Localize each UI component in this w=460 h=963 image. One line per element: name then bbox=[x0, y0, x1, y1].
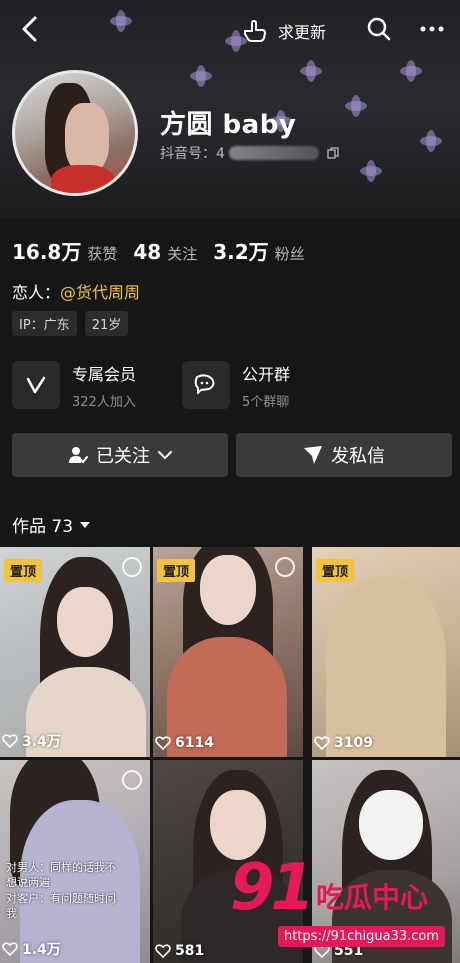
followers-label: 粉丝 bbox=[274, 245, 305, 263]
lover-row: 恋人：@货代周周 bbox=[12, 279, 140, 303]
watermark-logo: 91 吃瓜中心 https://91chigua33.com bbox=[230, 856, 455, 956]
v-badge-icon bbox=[12, 361, 60, 409]
chat-bubbles-icon bbox=[182, 361, 230, 409]
flower-decoration bbox=[360, 160, 382, 182]
top-bar: 求更新 bbox=[0, 0, 460, 60]
flower-decoration bbox=[190, 65, 212, 87]
ip-tag: IP：广东 bbox=[12, 311, 77, 336]
video-likes-count: 6114 bbox=[175, 735, 214, 751]
following-label: 关注 bbox=[167, 245, 198, 263]
watermark-number: 91 bbox=[230, 851, 315, 925]
video-thumbnail[interactable]: 对男人：同样的话我不 想说两遍 对客户：有问题随时问 我 1.4万 bbox=[0, 760, 150, 963]
profile-stats: 16.8万 获赞 48 关注 3.2万 粉丝 bbox=[12, 236, 321, 265]
message-label: 发私信 bbox=[331, 446, 385, 467]
user-check-icon bbox=[69, 447, 88, 464]
pinned-badge: 置顶 bbox=[316, 559, 355, 582]
member-sub: 322人加入 bbox=[72, 394, 136, 410]
profile-header: 求更新 方圆 baby 抖音号：4 bbox=[0, 0, 460, 218]
works-tab[interactable]: 作品 73 bbox=[12, 512, 91, 537]
lover-label: 恋人： bbox=[12, 283, 61, 302]
heart-icon bbox=[2, 942, 18, 956]
video-likes-count: 3.4万 bbox=[22, 734, 61, 750]
group-feature[interactable]: 公开群 5个群聊 bbox=[182, 359, 290, 411]
avatar[interactable] bbox=[12, 70, 138, 196]
likes-count[interactable]: 16.8万 bbox=[12, 236, 81, 265]
search-icon bbox=[367, 17, 391, 41]
video-likes-count: 3109 bbox=[334, 735, 373, 751]
live-icon bbox=[275, 557, 295, 577]
heart-icon bbox=[155, 944, 171, 958]
message-button[interactable]: 发私信 bbox=[236, 433, 452, 477]
douyin-id: 抖音号：4 bbox=[160, 143, 339, 163]
group-title: 公开群 bbox=[242, 364, 291, 384]
flower-decoration bbox=[300, 60, 322, 82]
video-likes-count: 581 bbox=[175, 943, 205, 959]
flower-decoration bbox=[400, 60, 422, 82]
member-title: 专属会员 bbox=[72, 364, 137, 384]
lover-link[interactable]: @货代周周 bbox=[60, 283, 140, 302]
copy-icon[interactable] bbox=[327, 147, 339, 159]
more-button[interactable] bbox=[418, 16, 446, 42]
heart-icon bbox=[314, 736, 330, 750]
likes-label: 获赞 bbox=[87, 245, 118, 263]
age-tag: 21岁 bbox=[84, 311, 129, 336]
video-likes: 3109 bbox=[314, 735, 373, 751]
video-thumbnail[interactable]: 置顶 6114 bbox=[153, 547, 303, 757]
hand-point-icon bbox=[244, 20, 266, 42]
video-likes: 581 bbox=[155, 943, 204, 959]
pinned-badge: 置顶 bbox=[157, 559, 196, 582]
douyin-id-label: 抖音号：4 bbox=[160, 146, 225, 162]
followed-button[interactable]: 已关注 bbox=[12, 433, 228, 477]
request-update-label: 求更新 bbox=[278, 23, 327, 42]
video-likes-count: 1.4万 bbox=[22, 942, 61, 958]
send-icon bbox=[304, 446, 322, 464]
video-thumbnail[interactable]: 置顶 3.4万 bbox=[0, 547, 150, 757]
more-dots-icon bbox=[420, 26, 444, 32]
request-update-button[interactable]: 求更新 bbox=[242, 18, 326, 44]
following-count[interactable]: 48 bbox=[133, 240, 161, 264]
video-likes: 3.4万 bbox=[2, 731, 61, 751]
profile-tags: IP：广东 21岁 bbox=[12, 311, 129, 336]
pinned-badge: 置顶 bbox=[4, 559, 43, 582]
flower-decoration bbox=[345, 95, 367, 117]
watermark-text: 吃瓜中心 bbox=[316, 881, 429, 914]
live-icon bbox=[122, 770, 142, 790]
video-thumbnail[interactable]: 置顶 3109 bbox=[312, 547, 460, 757]
search-button[interactable] bbox=[366, 16, 392, 42]
member-feature[interactable]: 专属会员 322人加入 bbox=[12, 359, 136, 411]
followed-label: 已关注 bbox=[96, 446, 150, 467]
id-blur bbox=[228, 146, 319, 160]
video-likes: 1.4万 bbox=[2, 939, 61, 959]
works-label: 作品 73 bbox=[12, 517, 74, 537]
group-sub: 5个群聊 bbox=[242, 394, 290, 410]
chevron-down-icon bbox=[158, 451, 172, 460]
heart-icon bbox=[2, 734, 18, 748]
back-button[interactable] bbox=[16, 14, 44, 44]
triangle-down-icon bbox=[80, 521, 91, 528]
live-icon bbox=[122, 557, 142, 577]
chevron-left-icon bbox=[22, 16, 37, 42]
nickname: 方圆 baby bbox=[160, 110, 297, 140]
watermark-url: https://91chigua33.com bbox=[278, 926, 446, 947]
flower-decoration bbox=[420, 130, 442, 152]
video-likes: 6114 bbox=[155, 735, 214, 751]
heart-icon bbox=[155, 736, 171, 750]
followers-count[interactable]: 3.2万 bbox=[213, 236, 268, 265]
video-caption: 对男人：同样的话我不 想说两遍 对客户：有问题随时问 我 bbox=[6, 861, 116, 921]
